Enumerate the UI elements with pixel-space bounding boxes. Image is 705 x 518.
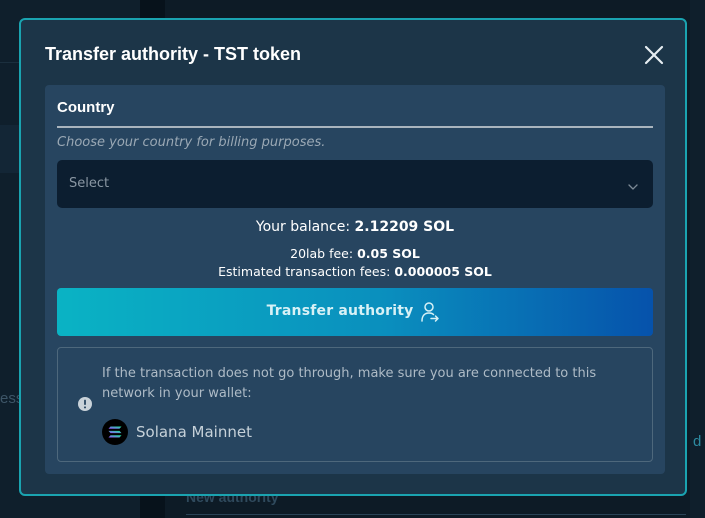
chevron-down-icon [627,178,639,197]
network-notice: If the transaction does not go through, … [57,347,653,462]
solana-logo-icon [102,419,128,449]
alert-circle-icon [77,396,93,416]
close-icon [644,45,664,65]
lab-fee-label: 20lab fee: [290,246,354,261]
transfer-authority-button-label: Transfer authority [266,303,414,319]
transfer-authority-button[interactable]: Transfer authority [57,288,653,336]
country-label-underline [57,126,653,128]
notice-text: If the transaction does not go through, … [102,366,597,401]
lab-fee-line: 20lab fee: 0.05 SOL [45,246,665,261]
user-transfer-icon [420,301,440,327]
balance-value: 2.12209 SOL [354,219,455,235]
lab-fee-value: 0.05 SOL [357,246,420,261]
network-name: Solana Mainnet [136,423,252,441]
balance-line: Your balance: 2.12209 SOL [45,219,665,235]
country-select-value: Select [69,176,110,191]
transfer-authority-modal: Transfer authority - TST token Country C… [19,18,687,496]
background-text-right: d [693,433,702,450]
close-button[interactable] [643,44,665,66]
transaction-fee-line: Estimated transaction fees: 0.000005 SOL [45,264,665,279]
country-hint: Choose your country for billing purposes… [57,135,326,150]
transaction-fee-label: Estimated transaction fees: [218,264,391,279]
transaction-fee-value: 0.000005 SOL [394,264,492,279]
country-label: Country [57,99,115,116]
background-underline [186,514,686,515]
modal-content-panel: Country Choose your country for billing … [45,85,665,474]
balance-label: Your balance: [255,219,351,235]
modal-title: Transfer authority - TST token [45,44,302,64]
country-select[interactable]: Select [57,160,653,208]
